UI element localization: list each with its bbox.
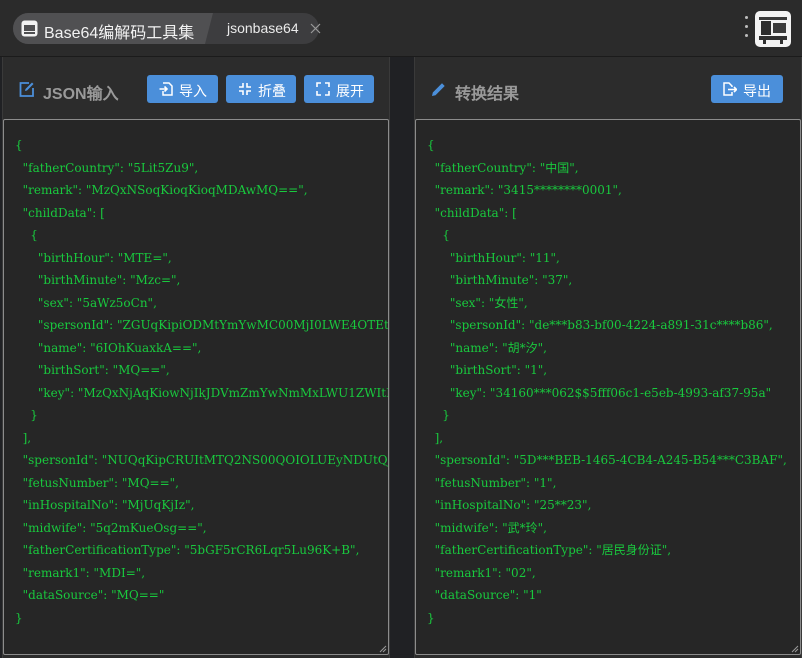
json-input-header: JSON输入 导入 折叠 展开: [3, 57, 389, 119]
code-line: {: [15, 138, 23, 152]
code-line: "fatherCountry": "5Lit5Zu9",: [15, 160, 199, 175]
code-line: "birthMinute": "Mzc=",: [15, 273, 181, 287]
code-line: "birthSort": "1",: [427, 363, 548, 377]
app-icon[interactable]: [755, 11, 791, 47]
fold-button[interactable]: 折叠: [226, 75, 296, 103]
code-line: "key": "MzQxNjAqKiowNjIkJDVmZmYwNmMxLWU1…: [15, 385, 389, 400]
code-line: "sex": "女性",: [427, 295, 528, 310]
home-icon: [21, 20, 38, 37]
code-line: "birthHour": "11",: [427, 250, 560, 265]
code-line: {: [15, 228, 38, 242]
code-line: "dataSource": "1": [427, 588, 542, 602]
code-line: "fatherCertificationType": "居民身份证",: [427, 543, 672, 557]
code-line: {: [427, 228, 450, 242]
close-icon[interactable]: [310, 23, 321, 34]
export-icon: [723, 82, 737, 96]
export-button[interactable]: 导出: [711, 75, 783, 103]
json-input-editor[interactable]: { "fatherCountry": "5Lit5Zu9", "remark":…: [3, 119, 389, 655]
result-code: { "fatherCountry": "中国", "remark": "3415…: [427, 134, 787, 629]
code-line: "spersonId": "NUQqKipCRUItMTQ2NS00QOIOLU…: [22, 453, 389, 467]
code-line: "dataSource": "MQ==": [15, 588, 165, 602]
code-line: }: [427, 610, 435, 625]
code-line: "birthHour": "MTE=",: [15, 250, 172, 265]
result-title: 转换结果: [455, 86, 520, 103]
title-bar: Base64编解码工具集 jsonbase64: [0, 0, 802, 57]
code-line: "fatherCountry": "中国",: [427, 160, 579, 175]
code-line: "spersonId": "ZGUqKipiODMtYmYwMC00MjI0LW…: [15, 318, 389, 332]
expand-button[interactable]: 展开: [304, 75, 374, 103]
code-line: "name": "6IOhKuaxkA==",: [15, 340, 202, 355]
code-line: {: [427, 138, 435, 152]
import-button[interactable]: 导入: [147, 75, 218, 103]
tab-jsonbase64[interactable]: jsonbase64: [214, 13, 321, 44]
tab-jsonbase64-label: jsonbase64: [227, 20, 299, 36]
import-icon: [159, 82, 173, 96]
code-line: "inHospitalNo": "25**23",: [427, 498, 592, 512]
edit-icon: [19, 82, 34, 97]
tab-bar: Base64编解码工具集 jsonbase64: [13, 13, 321, 44]
tab-home-label: Base64编解码工具集: [44, 25, 195, 42]
result-editor[interactable]: { "fatherCountry": "中国", "remark": "3415…: [415, 119, 801, 655]
result-panel: 转换结果 导出 { "fatherCountry": "中国", "remark…: [414, 57, 802, 658]
code-line: "fetusNumber": "1",: [427, 475, 557, 490]
json-input-panel: JSON输入 导入 折叠 展开 { "fatherCountry": "5Lit…: [2, 57, 390, 658]
code-line: }: [427, 408, 450, 422]
tab-home[interactable]: Base64编解码工具集: [13, 13, 213, 44]
code-line: "midwife": "5q2mKueOsg==",: [15, 520, 207, 535]
code-line: "inHospitalNo": "MjUqKjIz",: [15, 498, 195, 512]
code-line: "name": "胡*汐",: [427, 340, 548, 355]
resize-grip-icon[interactable]: [378, 644, 387, 653]
json-input-code: { "fatherCountry": "5Lit5Zu9", "remark":…: [15, 134, 389, 629]
code-line: "childData": [: [15, 205, 105, 220]
export-button-label: 导出: [743, 83, 771, 99]
json-input-title: JSON输入: [43, 86, 119, 103]
code-line: "childData": [: [427, 205, 517, 220]
code-line: }: [15, 610, 23, 625]
fold-button-label: 折叠: [258, 83, 286, 99]
code-line: ],: [427, 430, 444, 445]
pencil-icon: [432, 83, 445, 96]
code-line: "sex": "5aWz5oCn",: [15, 295, 157, 310]
code-line: "remark": "3415********0001",: [427, 183, 622, 197]
code-line: "remark1": "02",: [427, 565, 536, 580]
code-line: "birthSort": "MQ==",: [15, 363, 170, 377]
code-line: "midwife": "武*玲",: [427, 520, 547, 535]
code-line: "birthMinute": "37",: [427, 273, 573, 287]
code-line: "fatherCertificationType": "5bGF5rCR6Lqr…: [15, 543, 360, 557]
code-line: "remark": "MzQxNSoqKioqKioqMDAwMQ==",: [15, 183, 308, 197]
code-line: "fetusNumber": "MQ==",: [15, 475, 179, 490]
import-button-label: 导入: [179, 83, 207, 99]
expand-button-label: 展开: [336, 83, 364, 99]
code-line: "remark1": "MDI=",: [15, 565, 146, 580]
fold-icon: [239, 83, 251, 95]
code-line: "spersonId": "de***b83-bf00-4224-a891-31…: [427, 318, 773, 332]
more-vertical-icon[interactable]: [743, 16, 751, 40]
code-line: }: [15, 408, 38, 422]
expand-icon: [316, 82, 330, 96]
code-line: "key": "34160***062$$5fff06c1-e5eb-4993-…: [427, 385, 772, 400]
resize-grip-icon[interactable]: [790, 644, 799, 653]
result-header: 转换结果 导出: [415, 57, 801, 119]
code-line: "spersonId": "5D***BEB-1465-4CB4-A245-B5…: [427, 453, 787, 467]
code-line: ],: [15, 430, 32, 445]
